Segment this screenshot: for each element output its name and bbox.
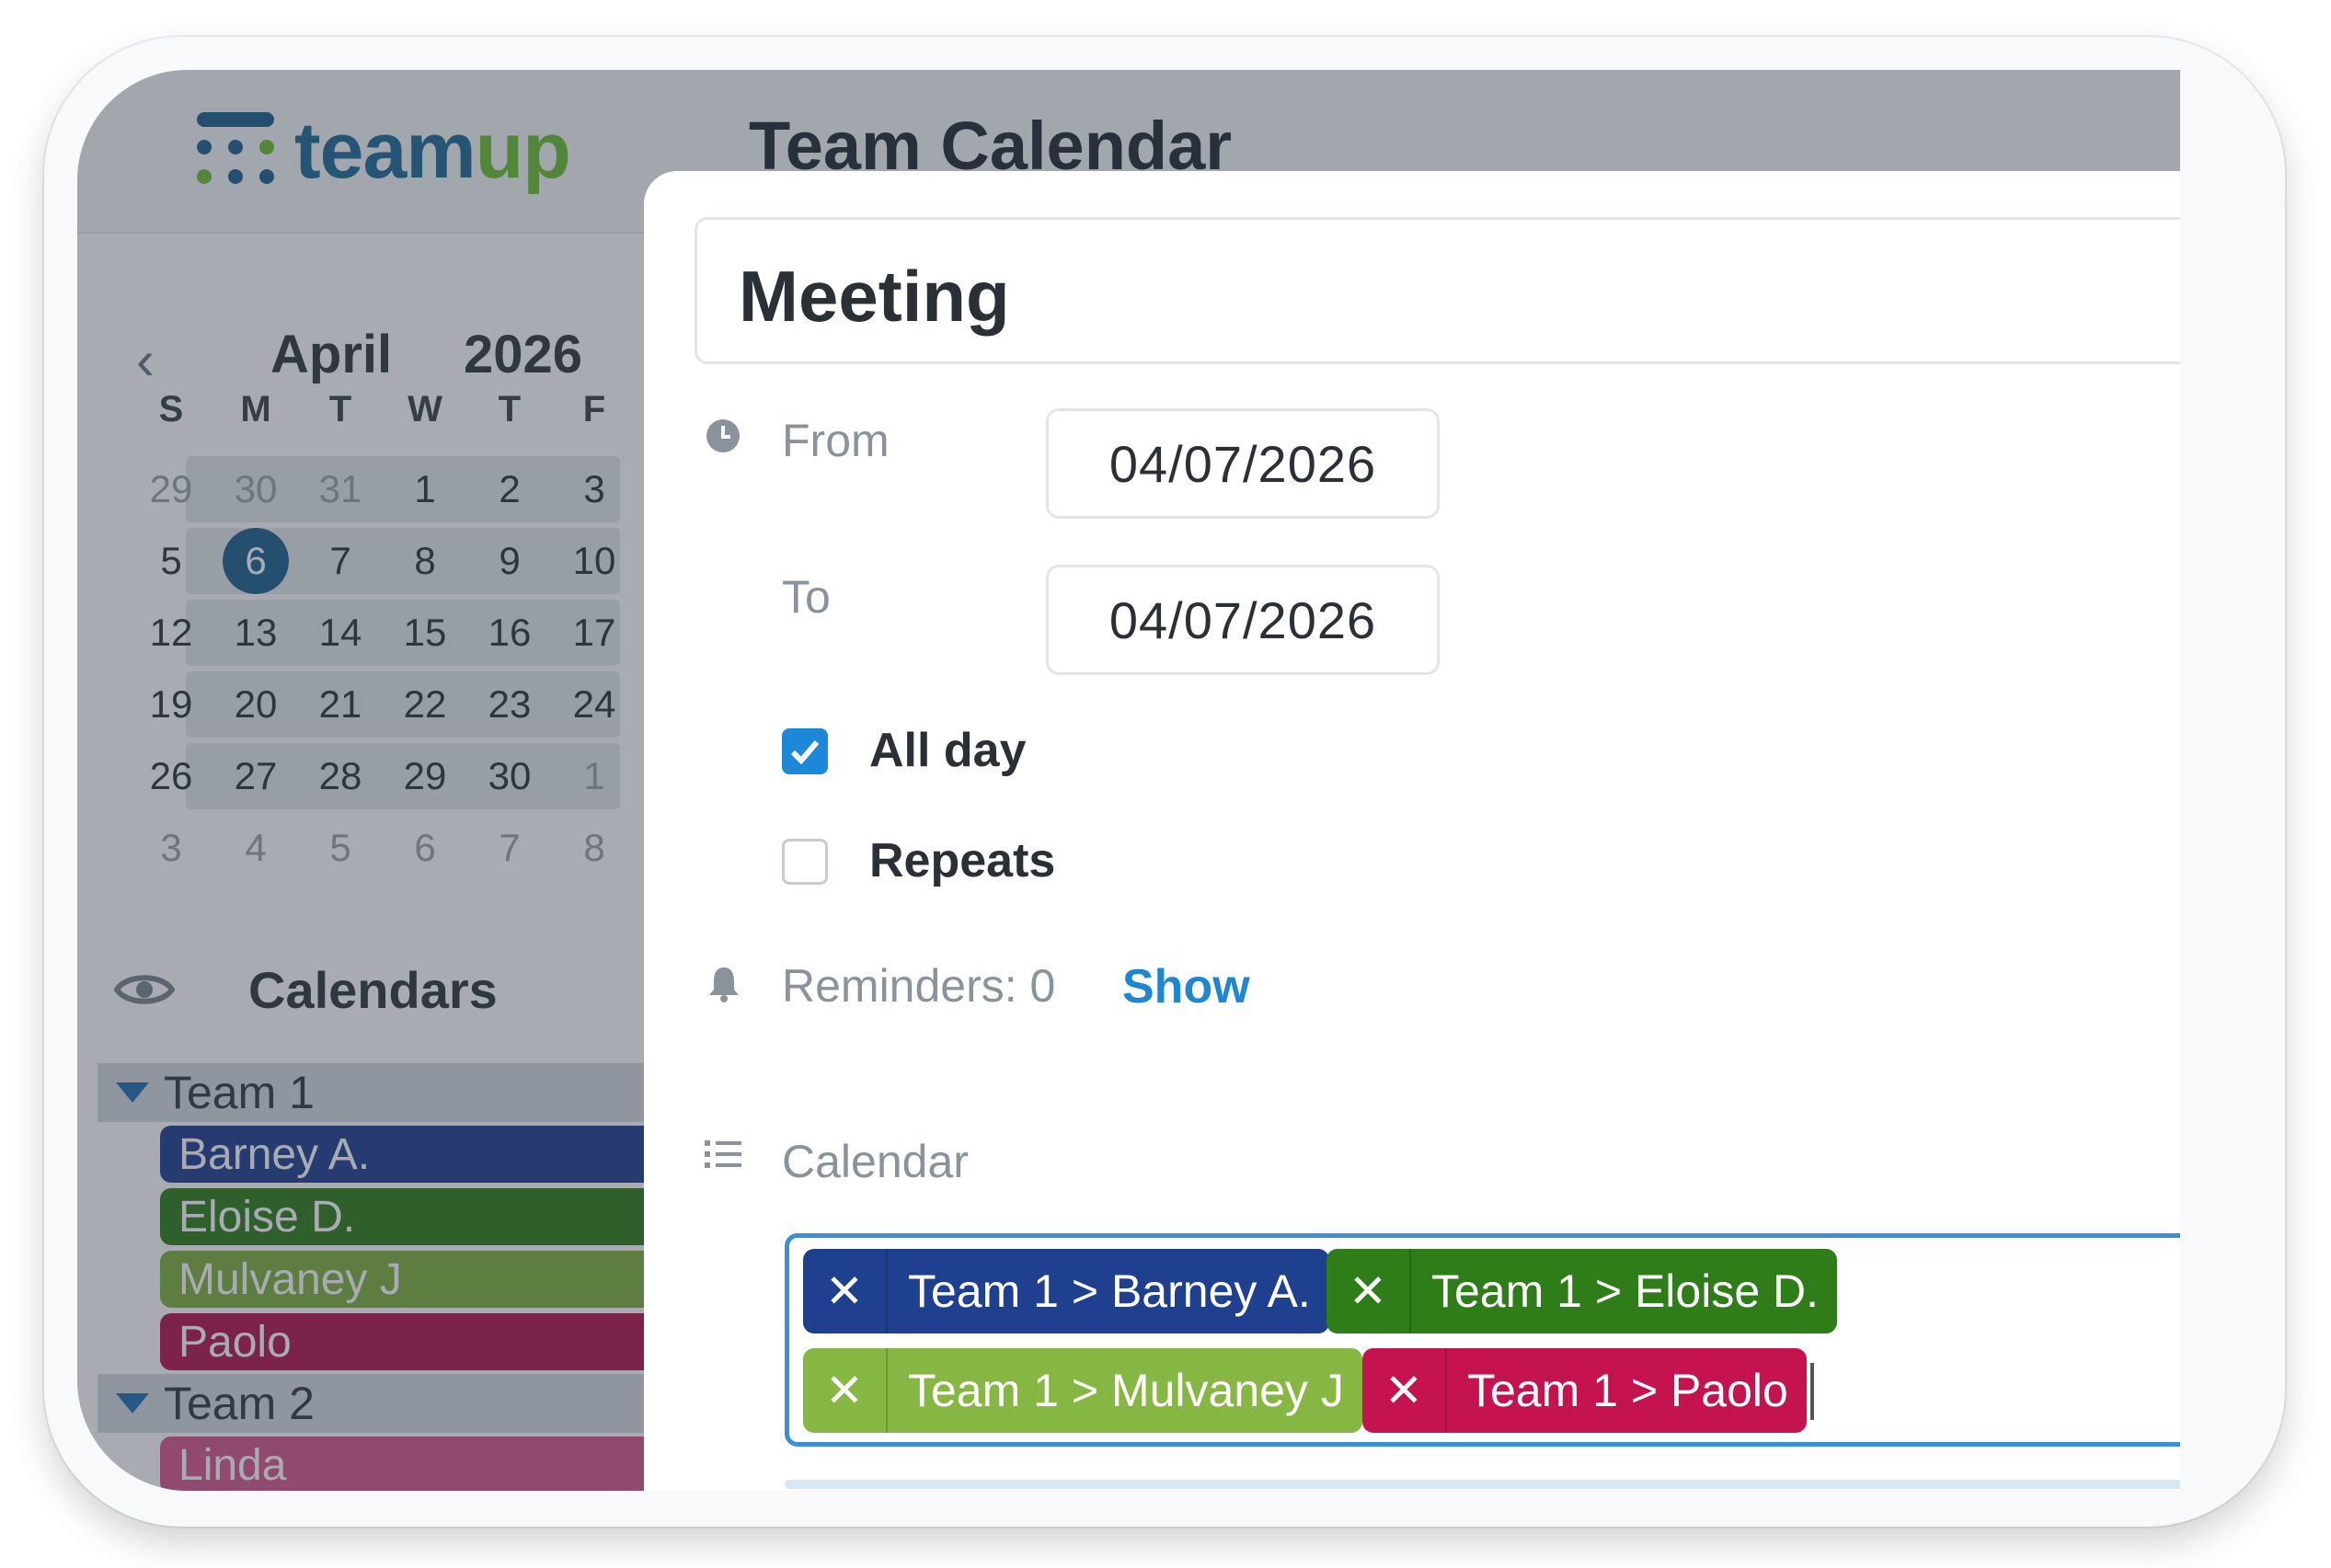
- repeats-label: Repeats: [869, 834, 1056, 887]
- calendar-chip-barney: ✕ Team 1 > Barney A.: [803, 1249, 1329, 1333]
- next-field-edge: [785, 1480, 2180, 1489]
- bell-icon: [709, 967, 739, 1002]
- remove-chip-icon[interactable]: ✕: [1326, 1249, 1411, 1333]
- remove-chip-icon[interactable]: ✕: [1362, 1348, 1447, 1433]
- reminders-label: Reminders: 0: [782, 960, 1056, 1012]
- from-date-input[interactable]: 04/07/2026: [1046, 408, 1440, 519]
- all-day-label: All day: [869, 724, 1027, 777]
- chip-label: Team 1 > Barney A.: [908, 1265, 1311, 1317]
- list-icon: [705, 1140, 741, 1168]
- remove-chip-icon[interactable]: ✕: [803, 1348, 888, 1433]
- calendar-chip-paolo: ✕ Team 1 > Paolo: [1362, 1348, 1807, 1433]
- app-screen: teamup Team Calendar ‹ April 2026 S M T …: [77, 70, 2180, 1491]
- event-title-input[interactable]: Meeting: [695, 217, 2180, 364]
- chip-label: Team 1 > Paolo: [1467, 1365, 1788, 1416]
- calendar-multiselect[interactable]: ✕ Team 1 > Barney A. ✕ Team 1 > Eloise D…: [785, 1233, 2180, 1447]
- chip-label: Team 1 > Eloise D.: [1431, 1265, 1820, 1317]
- remove-chip-icon[interactable]: ✕: [803, 1249, 888, 1333]
- reminders-show-link[interactable]: Show: [1122, 959, 1250, 1014]
- to-date-input[interactable]: 04/07/2026: [1046, 565, 1440, 675]
- all-day-checkbox[interactable]: [782, 728, 828, 774]
- repeats-checkbox[interactable]: [782, 839, 828, 885]
- to-label: To: [782, 571, 831, 623]
- event-title-value: Meeting: [739, 256, 1010, 337]
- chip-label: Team 1 > Mulvaney J: [908, 1365, 1344, 1416]
- calendar-field-label: Calendar: [782, 1136, 969, 1187]
- clock-icon: [706, 419, 740, 452]
- checkmark-icon: [790, 740, 820, 765]
- from-label: From: [782, 415, 890, 466]
- text-caret: [1810, 1363, 1814, 1420]
- calendar-chip-eloise: ✕ Team 1 > Eloise D.: [1326, 1249, 1838, 1333]
- calendar-chip-mulvaney: ✕ Team 1 > Mulvaney J: [803, 1348, 1362, 1433]
